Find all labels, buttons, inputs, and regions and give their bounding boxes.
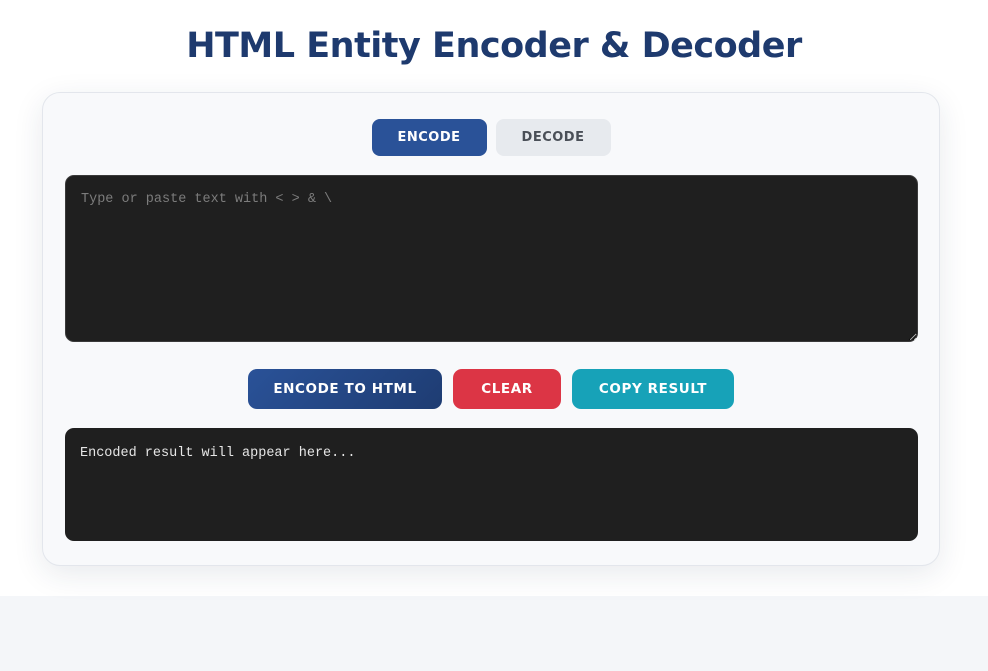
converter-card: ENCODE DECODE ENCODE TO HTML CLEAR COPY … — [42, 92, 940, 566]
mode-tabs: ENCODE DECODE — [43, 119, 939, 156]
page-title: HTML Entity Encoder & Decoder — [186, 26, 802, 66]
copy-result-button[interactable]: COPY RESULT — [572, 369, 734, 409]
encode-to-html-button[interactable]: ENCODE TO HTML — [248, 369, 442, 409]
tab-decode[interactable]: DECODE — [495, 119, 611, 156]
action-bar: ENCODE TO HTML CLEAR COPY RESULT — [43, 369, 939, 409]
tab-encode[interactable]: ENCODE — [371, 119, 487, 156]
result-output: Encoded result will appear here... — [65, 428, 918, 541]
clear-button[interactable]: CLEAR — [453, 369, 561, 409]
text-input[interactable] — [65, 175, 918, 342]
